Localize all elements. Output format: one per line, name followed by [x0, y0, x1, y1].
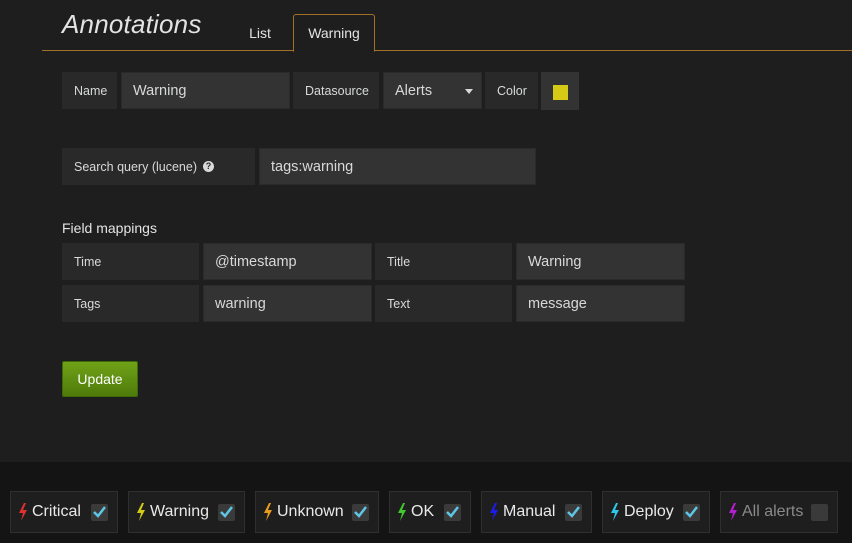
checkmark-icon — [93, 506, 106, 518]
checkbox[interactable] — [91, 504, 108, 521]
title-field-input[interactable]: Warning — [516, 243, 685, 280]
checkmark-icon — [354, 506, 367, 518]
filter-chip-warning[interactable]: Warning — [128, 491, 245, 533]
color-picker[interactable] — [541, 72, 579, 110]
bolt-icon — [398, 503, 406, 521]
filter-chip-unknown[interactable]: Unknown — [255, 491, 379, 533]
checkbox[interactable] — [811, 504, 828, 521]
checkbox[interactable] — [218, 504, 235, 521]
question-circle-icon[interactable]: ? — [202, 161, 214, 172]
checkmark-icon — [685, 506, 698, 518]
filter-chip-ok[interactable]: OK — [389, 491, 471, 533]
checkbox[interactable] — [444, 504, 461, 521]
bolt-icon — [729, 503, 737, 521]
color-label: Color — [485, 72, 538, 109]
name-input[interactable]: Warning — [121, 72, 290, 109]
color-swatch — [553, 85, 568, 100]
field-mappings-title: Field mappings — [62, 220, 157, 236]
search-query-label: Search query (lucene) ? — [62, 148, 255, 185]
filter-chip-all-alerts[interactable]: All alerts — [720, 491, 838, 533]
datasource-select[interactable]: Alerts — [383, 72, 482, 109]
text-field-input[interactable]: message — [516, 285, 685, 322]
time-label: Time — [62, 243, 199, 280]
checkbox[interactable] — [352, 504, 369, 521]
datasource-value: Alerts — [395, 82, 433, 99]
filter-label: Critical — [32, 503, 81, 520]
bolt-icon — [137, 503, 145, 521]
search-query-input[interactable]: tags:warning — [259, 148, 536, 185]
checkmark-icon — [220, 506, 233, 518]
filter-label: Warning — [150, 503, 209, 520]
filter-chip-critical[interactable]: Critical — [10, 491, 118, 533]
filter-label: All alerts — [742, 503, 804, 520]
filter-chip-deploy[interactable]: Deploy — [602, 491, 710, 533]
update-button[interactable]: Update — [62, 361, 138, 397]
checkmark-icon — [567, 506, 580, 518]
checkbox[interactable] — [565, 504, 582, 521]
name-label: Name — [62, 72, 117, 109]
filter-label: Manual — [503, 503, 556, 520]
checkbox[interactable] — [683, 504, 700, 521]
filter-label: Deploy — [624, 503, 674, 520]
tab-list[interactable]: List — [236, 14, 284, 51]
text-label: Text — [375, 285, 512, 322]
filter-label: OK — [411, 503, 435, 520]
tags-field-input[interactable]: warning — [203, 285, 372, 322]
tab-warning[interactable]: Warning — [293, 14, 375, 52]
title-label: Title — [375, 243, 512, 280]
bolt-icon — [490, 503, 498, 521]
time-field-input[interactable]: @timestamp — [203, 243, 372, 280]
bolt-icon — [611, 503, 619, 521]
annotations-editor: Annotations List Warning Name Warning Da… — [0, 0, 852, 462]
tags-label: Tags — [62, 285, 199, 322]
filter-chip-manual[interactable]: Manual — [481, 491, 592, 533]
caret-down-icon — [465, 89, 473, 94]
header-divider — [42, 50, 852, 51]
filter-label: Unknown — [277, 503, 344, 520]
datasource-label: Datasource — [293, 72, 379, 109]
bolt-icon — [264, 503, 272, 521]
page-title: Annotations — [62, 9, 202, 39]
search-query-label-text: Search query (lucene) — [74, 159, 197, 174]
bolt-icon — [19, 503, 27, 521]
checkmark-icon — [446, 506, 459, 518]
